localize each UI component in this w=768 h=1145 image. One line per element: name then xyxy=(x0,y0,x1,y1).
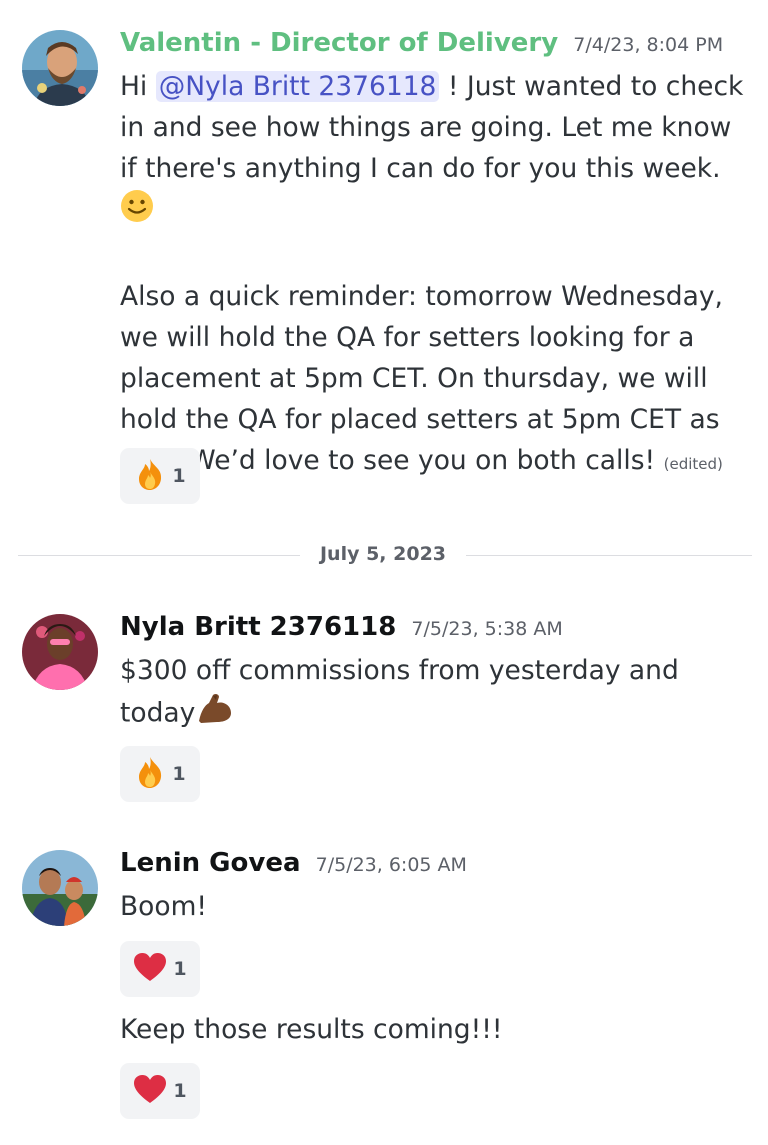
nyla-avatar[interactable] xyxy=(22,614,98,690)
date-divider-label: July 5, 2023 xyxy=(300,543,466,565)
reaction-count: 1 xyxy=(173,1080,187,1102)
message-text: Hi xyxy=(120,71,156,102)
author-name[interactable]: Valentin - Director of Delivery xyxy=(120,28,558,58)
message-content: Hi @Nyla Britt 2376118 ! Just wanted to … xyxy=(120,66,750,485)
reaction-count: 1 xyxy=(173,958,187,980)
flexed-biceps-emoji xyxy=(195,691,235,737)
message-content: Boom! xyxy=(120,886,750,927)
fire-icon xyxy=(134,755,166,793)
message-text: Also a quick reminder: tomorrow Wednesda… xyxy=(120,281,723,476)
reaction-count: 1 xyxy=(172,465,186,487)
author-name[interactable]: Nyla Britt 2376118 xyxy=(120,612,396,642)
reaction-heart[interactable]: 1 xyxy=(120,941,200,997)
author-name[interactable]: Lenin Govea xyxy=(120,848,301,878)
valentin-avatar[interactable] xyxy=(22,30,98,106)
reaction-fire[interactable]: 1 xyxy=(120,448,200,504)
message-content: Keep those results coming!!! xyxy=(120,1009,750,1050)
slightly-smiling-face-emoji xyxy=(120,189,154,235)
message-header: Nyla Britt 2376118 7/5/23, 5:38 AM xyxy=(120,612,563,642)
message-header: Lenin Govea 7/5/23, 6:05 AM xyxy=(120,848,467,878)
fire-icon xyxy=(134,457,166,495)
red-heart-icon xyxy=(133,952,167,986)
reaction-count: 1 xyxy=(172,763,186,785)
message-text: Keep those results coming!!! xyxy=(120,1014,503,1045)
user-mention[interactable]: @Nyla Britt 2376118 xyxy=(155,71,440,102)
lenin-avatar[interactable] xyxy=(22,850,98,926)
timestamp: 7/5/23, 5:38 AM xyxy=(411,618,563,640)
reaction-heart[interactable]: 1 xyxy=(120,1063,200,1119)
timestamp: 7/5/23, 6:05 AM xyxy=(315,854,467,876)
message-text: Boom! xyxy=(120,891,208,922)
message-header: Valentin - Director of Delivery 7/4/23, … xyxy=(120,28,723,58)
message-content: $300 off commissions from yesterday and … xyxy=(120,650,720,737)
reaction-fire[interactable]: 1 xyxy=(120,746,200,802)
timestamp: 7/4/23, 8:04 PM xyxy=(573,34,724,56)
red-heart-icon xyxy=(133,1074,167,1108)
edited-label: (edited) xyxy=(663,455,723,473)
